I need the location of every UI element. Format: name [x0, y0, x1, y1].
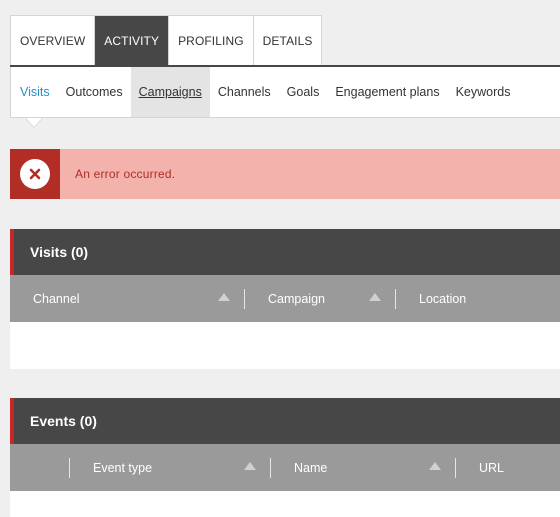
column-separator — [455, 458, 456, 478]
visits-column-header: Channel Campaign Location — [10, 275, 560, 322]
error-x-icon — [20, 159, 50, 189]
subtab-engagement-plans[interactable]: Engagement plans — [327, 67, 447, 117]
sort-ascending-icon[interactable] — [244, 462, 256, 470]
column-header-event-type[interactable]: Event type — [93, 444, 152, 491]
column-separator — [69, 458, 70, 478]
tab-activity[interactable]: ACTIVITY — [95, 16, 170, 66]
subtab-goals[interactable]: Goals — [279, 67, 328, 117]
column-header-channel[interactable]: Channel — [33, 275, 80, 322]
visits-table-body — [10, 322, 560, 369]
top-tab-bar: OVERVIEW ACTIVITY PROFILING DETAILS — [10, 15, 323, 66]
active-tab-pointer — [26, 118, 42, 127]
sort-ascending-icon[interactable] — [369, 293, 381, 301]
events-table-body — [10, 491, 560, 517]
error-icon-box — [10, 149, 60, 199]
subtab-visits[interactable]: Visits — [11, 67, 58, 117]
column-header-url[interactable]: URL — [479, 444, 504, 491]
sort-ascending-icon[interactable] — [429, 462, 441, 470]
column-header-name[interactable]: Name — [294, 444, 327, 491]
tab-profiling[interactable]: PROFILING — [169, 16, 254, 66]
subtab-outcomes[interactable]: Outcomes — [58, 67, 131, 117]
column-header-location[interactable]: Location — [419, 275, 466, 322]
sub-tab-bar: Visits Outcomes Campaigns Channels Goals… — [10, 67, 560, 118]
tab-details[interactable]: DETAILS — [254, 16, 322, 66]
sort-ascending-icon[interactable] — [218, 293, 230, 301]
visits-panel-title: Visits (0) — [10, 229, 560, 275]
tab-overview[interactable]: OVERVIEW — [11, 16, 96, 66]
column-separator — [244, 289, 245, 309]
column-separator — [395, 289, 396, 309]
error-banner: An error occurred. — [10, 149, 560, 199]
column-separator — [270, 458, 271, 478]
column-header-campaign[interactable]: Campaign — [268, 275, 325, 322]
events-panel-title: Events (0) — [10, 398, 560, 444]
subtab-channels[interactable]: Channels — [210, 67, 279, 117]
events-column-header: Event type Name URL — [10, 444, 560, 491]
error-message: An error occurred. — [75, 167, 176, 181]
visits-panel: Visits (0) Channel Campaign Location — [10, 229, 560, 369]
subtab-campaigns[interactable]: Campaigns — [130, 67, 210, 117]
events-panel: Events (0) Event type Name URL — [10, 398, 560, 517]
subtab-keywords[interactable]: Keywords — [448, 67, 519, 117]
